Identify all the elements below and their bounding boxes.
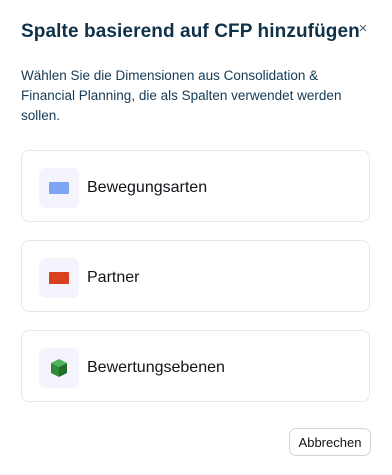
cancel-button[interactable]: Abbrechen bbox=[289, 428, 371, 456]
option-label: Bewertungsebenen bbox=[87, 359, 225, 376]
red-rectangle-icon bbox=[49, 272, 69, 284]
blue-rectangle-icon bbox=[49, 182, 69, 194]
dialog-title: Spalte basierend auf CFP hinzufügen bbox=[21, 21, 360, 42]
option-icon-tile bbox=[39, 348, 79, 388]
option-bewertungsebenen[interactable]: Bewertungsebenen bbox=[21, 330, 370, 402]
dialog-description: Wählen Sie die Dimensionen aus Consolida… bbox=[21, 68, 342, 123]
option-label: Partner bbox=[87, 269, 140, 286]
close-icon[interactable]: × bbox=[354, 20, 372, 38]
option-label: Bewegungsarten bbox=[87, 179, 208, 196]
option-icon-tile bbox=[39, 258, 79, 298]
option-bewegungsarten[interactable]: Bewegungsarten bbox=[21, 150, 370, 222]
option-icon-tile bbox=[39, 168, 79, 208]
option-partner[interactable]: Partner bbox=[21, 240, 370, 312]
add-column-dialog: Spalte basierend auf CFP hinzufügen × Wä… bbox=[0, 0, 392, 475]
green-cube-icon bbox=[51, 359, 67, 377]
